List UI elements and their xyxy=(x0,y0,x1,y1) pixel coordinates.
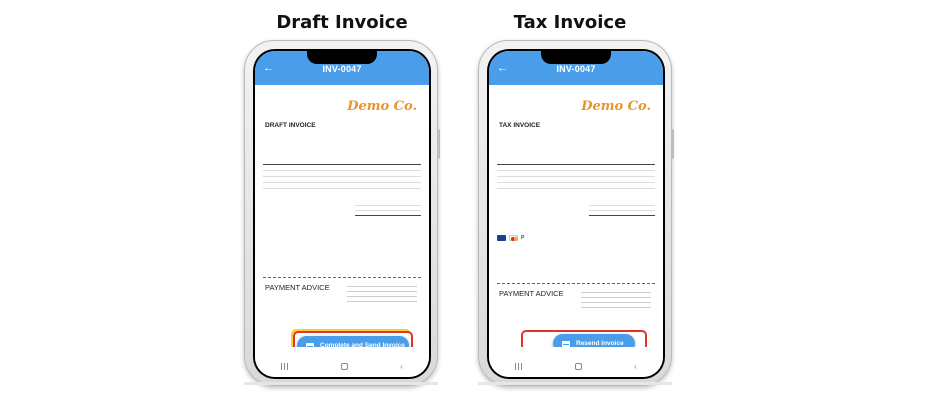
table-row xyxy=(497,183,655,189)
screen-content: ← INV-0047 Demo Co. DRAFT INVOICE PAYMEN… xyxy=(255,51,429,377)
home-icon[interactable] xyxy=(574,362,582,370)
caption-tax-invoice: Tax Invoice xyxy=(513,12,627,33)
app-bar-title: INV-0047 xyxy=(322,64,362,74)
home-icon[interactable] xyxy=(340,362,348,370)
invoice-totals xyxy=(589,201,655,216)
recent-apps-icon[interactable] xyxy=(515,362,523,370)
payment-advice-title: PAYMENT ADVICE xyxy=(265,283,330,292)
mail-icon xyxy=(562,340,570,347)
payment-methods: P xyxy=(497,235,528,241)
line-items-table xyxy=(497,163,655,189)
app-bar: ← INV-0047 xyxy=(489,51,663,85)
phone-tax: ← INV-0047 Demo Co. TAX INVOICE P PAYMEN… xyxy=(478,40,674,386)
company-logo: Demo Co. xyxy=(581,99,651,114)
invoice-meta-values xyxy=(605,123,645,139)
screen-content: ← INV-0047 Demo Co. TAX INVOICE P PAYMEN… xyxy=(489,51,663,377)
back-nav-icon[interactable]: ‹ xyxy=(634,362,637,371)
phone-shadow-left xyxy=(244,382,438,385)
phone-notch xyxy=(307,51,377,64)
company-logo: Demo Co. xyxy=(347,99,417,114)
invoice-meta-values xyxy=(371,123,411,139)
cut-line xyxy=(497,283,655,284)
phone-notch xyxy=(541,51,611,64)
payment-advice-title: PAYMENT ADVICE xyxy=(499,289,564,298)
phone-screen: ← INV-0047 Demo Co. DRAFT INVOICE PAYMEN… xyxy=(253,49,431,379)
android-nav-bar: ‹ xyxy=(489,347,663,377)
payment-advice-meta xyxy=(581,288,651,308)
phone-draft: ← INV-0047 Demo Co. DRAFT INVOICE PAYMEN… xyxy=(244,40,440,386)
table-row xyxy=(263,183,421,189)
android-nav-bar: ‹ xyxy=(255,347,429,377)
invoice-doc-title: TAX INVOICE xyxy=(499,122,541,129)
phone-shadow-right xyxy=(478,382,672,385)
back-nav-icon[interactable]: ‹ xyxy=(400,362,403,371)
cut-line xyxy=(263,277,421,278)
invoice-doc-title: DRAFT INVOICE xyxy=(265,122,316,129)
visa-card-icon xyxy=(497,235,506,241)
phone-side-button xyxy=(437,129,440,159)
recent-apps-icon[interactable] xyxy=(281,362,289,370)
line-items-table xyxy=(263,163,421,189)
app-bar: ← INV-0047 xyxy=(255,51,429,85)
mastercard-icon xyxy=(509,235,518,241)
payment-advice-meta xyxy=(347,282,417,302)
paypal-icon: P xyxy=(521,235,525,241)
resend-invoice-label: Resend Invoice xyxy=(576,340,624,347)
invoice-totals xyxy=(355,201,421,216)
phone-screen: ← INV-0047 Demo Co. TAX INVOICE P PAYMEN… xyxy=(487,49,665,379)
app-bar-title: INV-0047 xyxy=(556,64,596,74)
caption-draft-invoice: Draft Invoice xyxy=(276,12,408,33)
phone-side-button xyxy=(671,129,674,159)
